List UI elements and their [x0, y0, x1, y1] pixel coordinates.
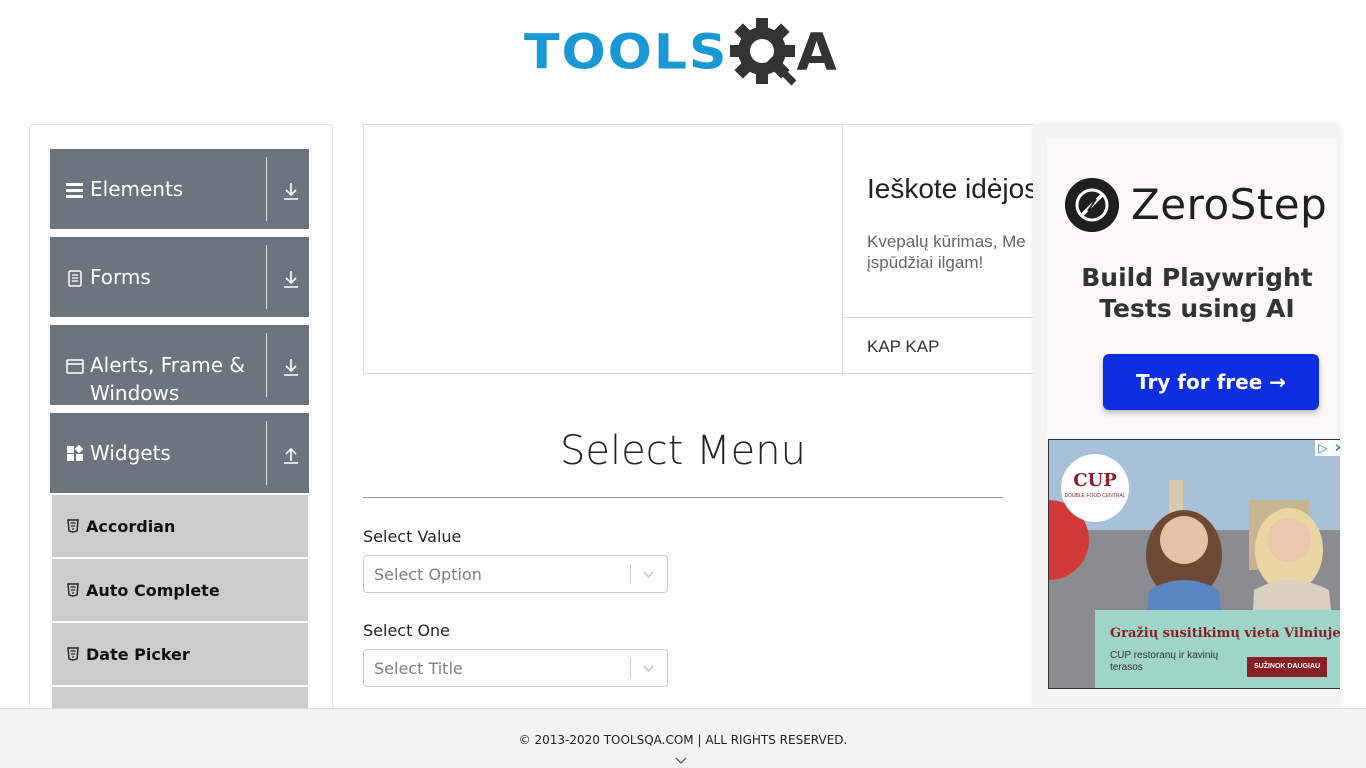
ad-title[interactable]: Ieškote idėjos [867, 173, 1038, 205]
close-icon[interactable]: ✕ [1331, 440, 1340, 456]
upload-arrow-icon[interactable] [282, 445, 300, 465]
sidebar-group-widgets[interactable]: Widgets [50, 413, 309, 493]
select-placeholder: Select Title [374, 659, 463, 678]
tagline-line: Build Playwright [1081, 263, 1313, 292]
chevron-down-icon[interactable] [642, 662, 655, 675]
title-divider [363, 497, 1003, 498]
select-one-dropdown[interactable]: Select Title [363, 649, 668, 687]
cup-headline: Gražių susitikimų vieta Vilniuje [1110, 626, 1340, 641]
divider [266, 421, 267, 485]
zerostep-logo-icon [1065, 178, 1119, 232]
divider [842, 125, 843, 373]
footer: © 2013-2020 TOOLSQA.COM | ALL RIGHTS RES… [0, 708, 1366, 768]
divider [842, 317, 1062, 318]
select-placeholder: Select Option [374, 565, 482, 584]
cup-ad[interactable]: ▷ ✕ CUP DOUBLE FOOD CENTRAL Gražių susit… [1048, 439, 1340, 689]
chevron-down-icon[interactable] [675, 757, 687, 765]
sidebar-group-label: Forms [90, 265, 151, 289]
cup-logo-subtext: DOUBLE FOOD CENTRAL [1064, 493, 1126, 499]
select-one-label: Select One [363, 621, 451, 640]
zerostep-name: ZeroStep [1131, 180, 1328, 229]
document-icon [68, 270, 82, 287]
select-value-dropdown[interactable]: Select Option [363, 555, 668, 593]
logo-qa: A [728, 17, 837, 89]
sidebar-item-label: Date Picker [86, 645, 190, 664]
html5-icon [67, 519, 79, 533]
ad-controls: ▷ ✕ [1315, 440, 1340, 456]
header: TOOLS A [0, 0, 1366, 110]
toolsqa-logo[interactable]: TOOLS A [524, 14, 837, 92]
sidebar-group-elements[interactable]: Elements [50, 149, 309, 229]
sidebar-group-forms[interactable]: Forms [50, 237, 309, 317]
gear-icon [730, 18, 797, 86]
sidebar-item-date-picker[interactable]: Date Picker [52, 623, 308, 685]
sidebar-group-label: Elements [90, 177, 184, 201]
right-ad-column: ZeroStep Build Playwright Tests using AI… [1033, 124, 1340, 708]
sidebar-item-label: Accordian [86, 517, 176, 536]
download-arrow-icon[interactable] [282, 269, 300, 289]
zerostep-ad[interactable]: ZeroStep Build Playwright Tests using AI… [1047, 138, 1337, 438]
logo-a-text: A [796, 23, 837, 83]
window-icon [66, 359, 84, 374]
left-sidebar: Elements Forms Alerts, Frame & Windows W… [29, 124, 333, 724]
learn-more-button[interactable]: SUŽINOK DAUGIAU [1247, 657, 1327, 677]
cup-logo-text: CUP [1073, 470, 1117, 491]
sidebar-item-label: Auto Complete [86, 581, 220, 600]
divider [266, 333, 267, 397]
hamburger-icon [66, 183, 83, 198]
widgets-icon [67, 445, 84, 461]
sidebar-item-auto-complete[interactable]: Auto Complete [52, 559, 308, 621]
html5-icon [67, 647, 79, 661]
divider [630, 564, 631, 584]
divider [266, 245, 267, 309]
divider [266, 157, 267, 221]
page-title: Select Menu [560, 428, 806, 474]
cup-logo: CUP DOUBLE FOOD CENTRAL [1061, 454, 1129, 522]
cup-text-panel: Gražių susitikimų vieta Vilniuje CUP res… [1095, 610, 1340, 688]
ad-brand[interactable]: KAP KAP [867, 337, 939, 357]
html5-icon [67, 583, 79, 597]
sidebar-group-label: Alerts, Frame & Windows [90, 353, 246, 405]
sidebar-item-accordian[interactable]: Accordian [52, 495, 308, 557]
chevron-down-icon[interactable] [642, 568, 655, 581]
select-value-label: Select Value [363, 527, 462, 546]
logo-tools-text: TOOLS [524, 25, 729, 81]
tagline-line: Tests using AI [1099, 294, 1295, 323]
try-for-free-button[interactable]: Try for free → [1103, 354, 1319, 410]
top-ad-banner[interactable]: Ieškote idėjos Kvepalų kūrimas, Me įspūd… [363, 124, 1063, 374]
sidebar-group-alerts-frame-windows[interactable]: Alerts, Frame & Windows [50, 325, 309, 405]
sidebar-group-label: Widgets [90, 441, 171, 465]
download-arrow-icon[interactable] [282, 357, 300, 377]
cup-subtext: CUP restoranų ir kavinių terasos [1110, 650, 1219, 673]
adchoices-icon[interactable]: ▷ [1315, 440, 1331, 456]
zerostep-tagline: Build Playwright Tests using AI [1047, 262, 1340, 324]
copyright-text: © 2013-2020 TOOLSQA.COM | ALL RIGHTS RES… [518, 733, 848, 747]
download-arrow-icon[interactable] [282, 181, 300, 201]
divider [630, 658, 631, 678]
